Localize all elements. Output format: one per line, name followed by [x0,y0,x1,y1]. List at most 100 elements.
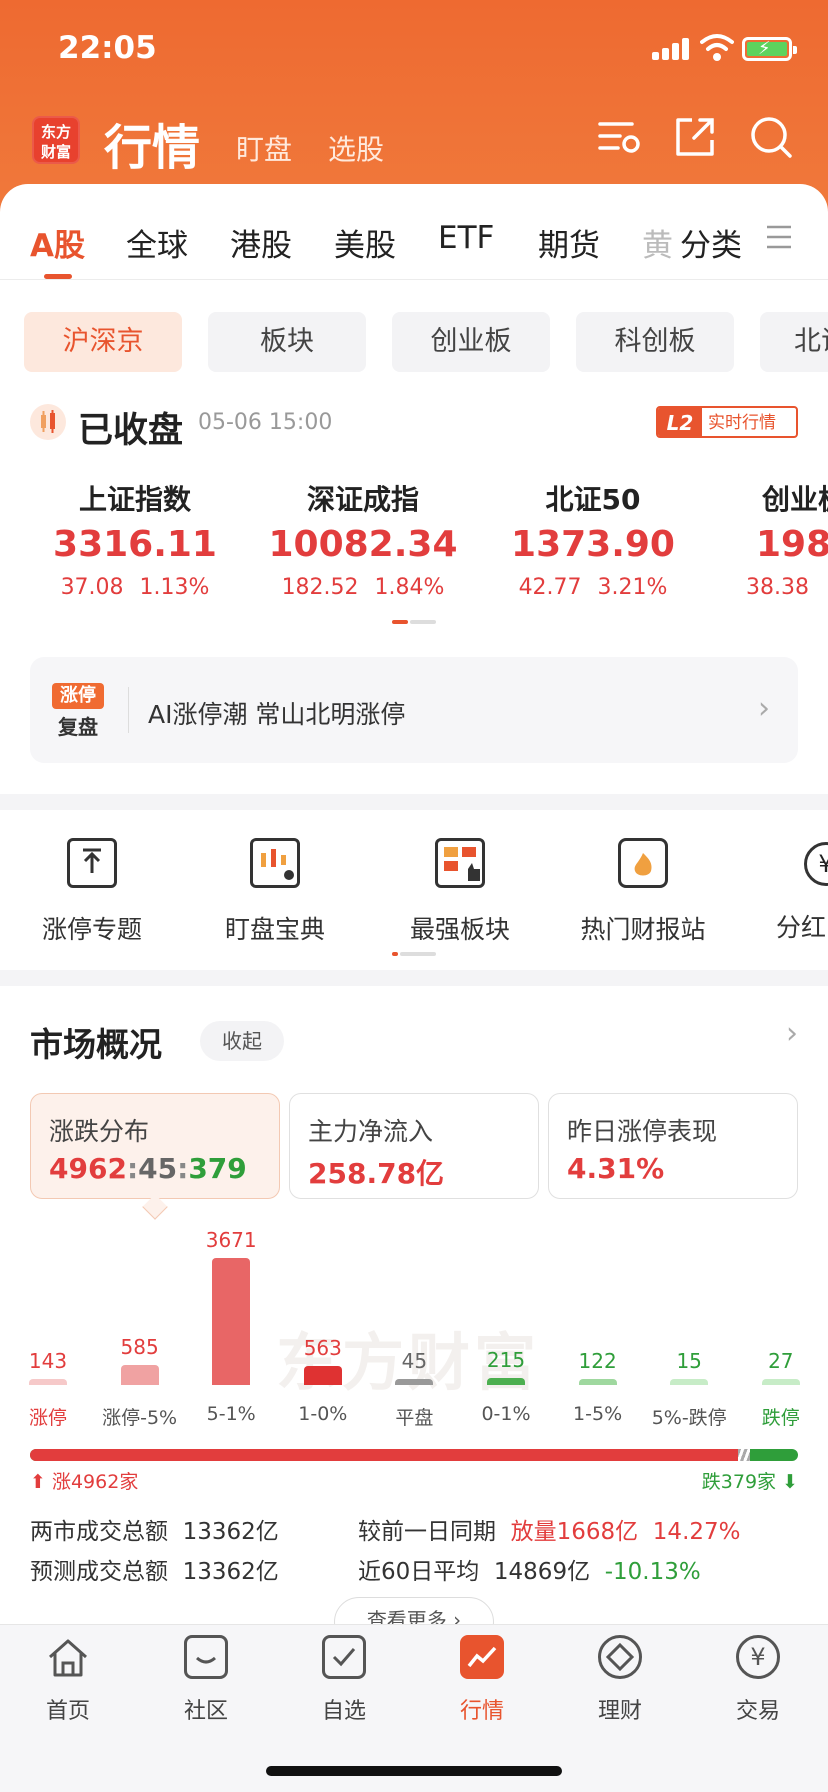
l2-realtime-badge[interactable]: L2 实时行情 [656,406,798,438]
index-value: 3316.11 [53,524,217,565]
subtab-star-market[interactable]: 科创板 [576,312,734,372]
tool-dividend[interactable]: ¥ 分红 [746,838,828,948]
market-closed-title: 已收盘 [78,411,184,451]
tool-strongest-sector[interactable]: 最强板块 [380,838,540,946]
index-name: 上证指数 [78,483,191,516]
tab-global[interactable]: 全球 [126,220,188,265]
rise-count: ⬆ 涨4962家 [30,1471,139,1493]
distribution-value-label: 122 [578,1349,617,1373]
card-yesterday-limit-up[interactable]: 昨日涨停表现 4.31% [548,1093,798,1199]
market-chart-icon [460,1635,504,1679]
collapse-button[interactable]: 收起 [200,1021,284,1061]
upload-box-icon [67,838,117,888]
subtab-bse[interactable]: 北证 [760,312,828,372]
ratio-up-segment [30,1449,738,1461]
tab-futures[interactable]: 期货 [538,220,600,265]
index-card[interactable]: 深证成指 10082.34 182.52 1.84% [258,478,468,600]
turnover-total: 两市成交总额 13362亿 [30,1519,279,1545]
subtab-chinext[interactable]: 创业板 [392,312,550,372]
checkbox-icon [322,1635,366,1679]
distribution-category-label: 0-1% [481,1403,531,1425]
tabbar-wealth[interactable]: 理财 [560,1635,680,1725]
market-tabs: A股 全球 港股 美股 ETF 期货 黄 分类 [0,184,828,280]
arrow-down-icon: ⬇ [782,1471,798,1493]
menu-icon[interactable] [766,224,792,250]
tool-limit-up-topic[interactable]: 涨停专题 [12,838,172,946]
review-text: AI涨停潮 常山北明涨停 [148,700,406,729]
card-up-down-distribution[interactable]: 涨跌分布 4962:45:379 [30,1093,280,1199]
tab-hk[interactable]: 港股 [230,220,292,265]
turnover-vs-prev: 较前一日同期 放量1668亿 14.27% [358,1519,741,1545]
index-name: 创业板指 [762,483,828,516]
distribution-bar [670,1379,709,1385]
index-card[interactable]: 上证指数 3316.11 37.08 1.13% [30,478,240,600]
tabbar-market[interactable]: 行情 [422,1635,542,1725]
distribution-category-label: 1-5% [573,1403,623,1425]
tabbar-community[interactable]: 社区 [146,1635,266,1725]
signal-icon [652,38,694,60]
l2-label: 实时行情 [708,413,776,433]
index-card-partial[interactable]: 创业板指 1986 38.38 [700,478,828,598]
market-overview-title: 市场概况 [30,1025,162,1064]
index-name: 深证成指 [306,483,419,516]
yen-icon: ¥ [736,1635,780,1679]
ratio-flat-segment [737,1449,750,1461]
divider [0,970,828,986]
tab-category[interactable]: 分类 [680,220,742,265]
tool-earnings-station[interactable]: 热门财报站 [563,838,723,946]
distribution-category-label: 5-1% [206,1403,256,1425]
distribution-bar [395,1379,434,1385]
distribution-bar [212,1258,251,1385]
tabbar-home[interactable]: 首页 [8,1635,128,1725]
monitor-chart-icon [250,838,300,888]
tab-watch[interactable]: 盯盘 [236,128,292,168]
distribution-category-label: 1-0% [298,1403,348,1425]
candlestick-icon [30,404,66,440]
battery-icon: ⚡ [742,37,797,61]
tab-stock-picker[interactable]: 选股 [328,128,384,168]
turnover-60d-avg: 近60日平均 14869亿 -10.13% [358,1559,701,1585]
distribution-value-label: 143 [28,1349,68,1373]
subtab-hushenjing[interactable]: 沪深京 [24,312,182,372]
index-value: 1986 [756,524,828,565]
distribution-value-label: 585 [120,1335,159,1359]
limit-up-review-banner[interactable]: 涨停 复盘 AI涨停潮 常山北明涨停 › [30,657,798,763]
distribution-bar [303,1366,342,1385]
tab-etf[interactable]: ETF [438,220,494,256]
fall-count: 跌379家 ⬇ [701,1471,798,1493]
up-flat-down-value: 4962:45:379 [49,1152,247,1185]
share-icon[interactable] [672,114,718,160]
tab-a-shares[interactable]: A股 [30,220,85,265]
dashboard-thumb-icon [435,838,485,888]
tools-pager-dot [400,952,436,956]
distribution-value-label: 15 [676,1349,702,1373]
tab-gold[interactable]: 黄 [642,220,673,265]
distribution-bar [487,1378,525,1385]
index-change: 38.38 [746,575,809,598]
tools-pager-dot-active [392,952,398,956]
distribution-bar [29,1379,67,1385]
tabbar-watchlist[interactable]: 自选 [284,1635,404,1725]
review-badge: 涨停 复盘 [50,683,106,739]
yen-icon: ¥ [804,842,828,886]
pager-dot [410,620,436,624]
index-change: 182.52 1.84% [281,575,445,600]
tab-us[interactable]: 美股 [334,220,396,265]
market-close-time: 05-06 15:00 [198,410,333,435]
tabbar-trade[interactable]: ¥ 交易 [698,1635,818,1725]
distribution-value-label: 27 [768,1349,794,1373]
page-title: 行情 [104,120,201,176]
pager-dot-active [392,620,408,624]
distribution-category-label: 平盘 [395,1407,434,1429]
distribution-category-label: 涨停-5% [102,1407,178,1429]
distribution-value-label: 215 [486,1348,526,1372]
subtab-sector[interactable]: 板块 [208,312,366,372]
search-icon[interactable] [748,114,794,160]
distribution-category-label: 5%-跌停 [651,1407,727,1429]
index-card[interactable]: 北证50 1373.90 42.77 3.21% [488,478,698,600]
chevron-right-icon[interactable]: › [786,1016,798,1051]
tool-watch-guide[interactable]: 盯盘宝典 [195,838,355,946]
settings-list-icon[interactable] [596,114,642,160]
card-main-net-inflow[interactable]: 主力净流入 258.78亿 [289,1093,539,1199]
distribution-category-label: 跌停 [761,1407,800,1429]
